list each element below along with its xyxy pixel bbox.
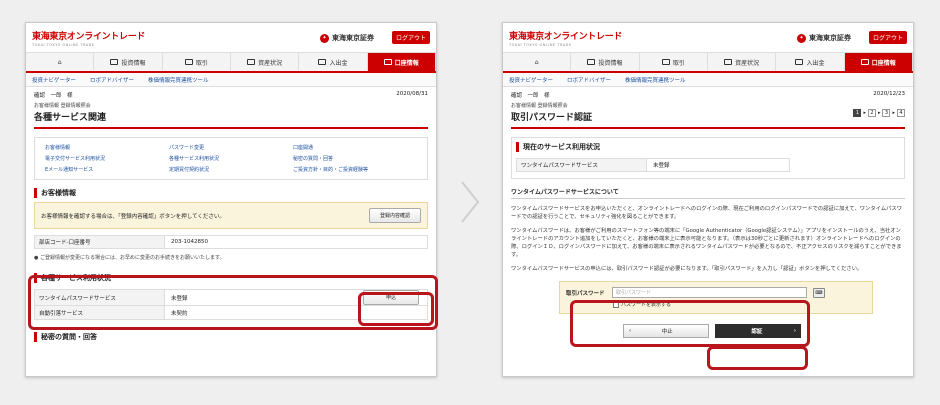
- sub-nav: 投資ナビゲーター ロボアドバイザー 株価情報完買連携ツール: [26, 73, 436, 87]
- subnav-link-stock-tool[interactable]: 株価情報完買連携ツール: [148, 76, 209, 84]
- breadcrumb: お客様情報 登録情報照会: [511, 103, 568, 109]
- subnav-link-navigator[interactable]: 投資ナビゲーター: [509, 76, 553, 84]
- brand-name: ✦ 東海東京証券: [797, 33, 851, 43]
- subnav-link-roboadvisor[interactable]: ロボアドバイザー: [567, 76, 611, 84]
- nav-trade[interactable]: 取引: [163, 53, 231, 71]
- link-investment-policy[interactable]: ご投資方針・目的・ご投資経験等: [293, 166, 417, 173]
- top-header: 東海東京オンライントレード TOKAI TOKYO ONLINE TRADE ✦…: [26, 23, 436, 53]
- link-service-status[interactable]: 各種サービス利用状況: [169, 155, 293, 162]
- nav-assets[interactable]: 資産状況: [708, 53, 777, 71]
- highlight-apply-button: [358, 292, 434, 326]
- about-paragraph-2: ワンタイムパスワードは、お客様がご利用のスマートフォン等の端末に「Google …: [511, 228, 902, 258]
- link-account-open[interactable]: 口座開通: [293, 144, 417, 151]
- nav-deposit[interactable]: 入出金: [776, 53, 845, 71]
- nav-home[interactable]: ⌂: [503, 53, 572, 71]
- about-paragraph-3: ワンタイムパスワードサービスの申込には、取引パスワード認証が必要になります。「取…: [511, 266, 863, 272]
- logout-button[interactable]: ログアウト: [868, 31, 907, 44]
- nav-account-info[interactable]: 口座情報: [844, 53, 913, 71]
- highlight-submit-button: [707, 346, 808, 370]
- section-secret-question: 秘密の質問・回答: [34, 332, 428, 342]
- onetime-password-row: ワンタイムパスワードサービス 未登録: [516, 158, 790, 172]
- warning-text: ● ご登録情報が変更になる場合には、お早めに変更のお手続きをお願いいたします。: [34, 255, 225, 261]
- nav-investment-info[interactable]: 投資情報: [571, 53, 640, 71]
- page-title: 取引パスワード認証: [511, 110, 905, 129]
- notice-box: お客様情報を確認する場合は、「登録内容確認」ボタンを押してください。 登録内容確…: [34, 202, 428, 229]
- step-2: 2: [867, 109, 876, 117]
- warning-icon: ●: [34, 255, 39, 261]
- link-secret-question[interactable]: 秘密の質問・回答: [293, 155, 417, 162]
- nav-home[interactable]: ⌂: [26, 53, 95, 71]
- sub-nav: 投資ナビゲーター ロボアドバイザー 株価情報完買連携ツール: [503, 73, 913, 87]
- step-4: 4: [897, 109, 905, 117]
- keyboard-icon[interactable]: ⌨: [813, 287, 825, 298]
- account-icon: [860, 59, 869, 65]
- user-name: 確認 一郎 様: [511, 93, 550, 99]
- about-paragraph-1: ワンタイムパスワードサービスをお申込いただくと、オンライントレードへのログインの…: [511, 206, 903, 220]
- site-logo[interactable]: 東海東京オンライントレード TOKAI TOKYO ONLINE TRADE: [509, 29, 622, 47]
- deposit-icon: [795, 59, 804, 65]
- chevron-right-icon: [461, 181, 480, 223]
- home-icon: ⌂: [57, 58, 62, 66]
- link-email-notice[interactable]: Eメール通知サービス: [45, 166, 169, 173]
- brand-mark-icon: ✦: [797, 33, 806, 43]
- nav-assets[interactable]: 資産状況: [231, 53, 300, 71]
- logout-button[interactable]: ログアウト: [391, 31, 430, 44]
- step-indicator: 1 ▸ 2 ▸ 3 ▸ 4: [853, 109, 905, 117]
- brand-mark-icon: ✦: [320, 33, 329, 43]
- main-nav: ⌂ 投資情報 取引 資産状況 入出金 口座情報: [503, 53, 913, 73]
- chart-icon: [110, 59, 119, 65]
- subnav-link-navigator[interactable]: 投資ナビゲーター: [32, 76, 76, 84]
- link-e-delivery[interactable]: 電子交付サービス利用状況: [45, 155, 169, 162]
- brand-name: ✦ 東海東京証券: [320, 33, 374, 43]
- nav-deposit[interactable]: 入出金: [299, 53, 368, 71]
- page-date: 2020/12/23: [873, 91, 905, 97]
- page-date: 2020/08/31: [396, 91, 428, 97]
- password-input[interactable]: 取引パスワード: [612, 287, 807, 298]
- confirm-registration-button[interactable]: 登録内容確認: [368, 208, 421, 223]
- section-customer-info: お客様情報: [34, 188, 428, 198]
- link-periodic-buy[interactable]: 定期買付契約状況: [169, 166, 293, 173]
- highlight-password-box: [570, 300, 810, 347]
- current-status-box: 現在のサービス利用状況 ワンタイムパスワードサービス 未登録: [511, 137, 905, 179]
- subnav-link-roboadvisor[interactable]: ロボアドバイザー: [90, 76, 134, 84]
- nav-trade[interactable]: 取引: [640, 53, 708, 71]
- service-links: お客様情報 パスワード変更 口座開通 電子交付サービス利用状況 各種サービス利用…: [34, 137, 428, 180]
- account-icon: [383, 59, 392, 65]
- top-header: 東海東京オンライントレード TOKAI TOKYO ONLINE TRADE ✦…: [503, 23, 913, 53]
- user-name: 確認 一郎 様: [34, 93, 73, 99]
- deposit-icon: [318, 59, 327, 65]
- asset-icon: [724, 59, 733, 65]
- nav-account-info[interactable]: 口座情報: [367, 53, 436, 71]
- breadcrumb: お客様情報 登録情報照会: [34, 103, 91, 109]
- step-3: 3: [882, 109, 891, 117]
- asset-icon: [247, 59, 256, 65]
- link-password-change[interactable]: パスワード変更: [169, 144, 293, 151]
- section-current-status: 現在のサービス利用状況: [516, 142, 900, 152]
- account-row: 部店コード-口座番号 203-1042850: [34, 235, 428, 249]
- main-nav: ⌂ 投資情報 取引 資産状況 入出金 口座情報: [26, 53, 436, 73]
- chart-icon: [587, 59, 596, 65]
- home-icon: ⌂: [534, 58, 539, 66]
- page-title: 各種サービス関連: [34, 110, 428, 129]
- about-title: ワンタイムパスワードサービスについて: [511, 187, 905, 199]
- password-label: 取引パスワード: [566, 290, 605, 297]
- link-customer-info[interactable]: お客様情報: [45, 144, 169, 151]
- step-1: 1: [853, 109, 862, 117]
- nav-investment-info[interactable]: 投資情報: [94, 53, 163, 71]
- trade-icon: [184, 59, 193, 65]
- site-logo[interactable]: 東海東京オンライントレード TOKAI TOKYO ONLINE TRADE: [32, 29, 145, 47]
- trade-icon: [661, 59, 670, 65]
- subnav-link-stock-tool[interactable]: 株価情報完買連携ツール: [625, 76, 686, 84]
